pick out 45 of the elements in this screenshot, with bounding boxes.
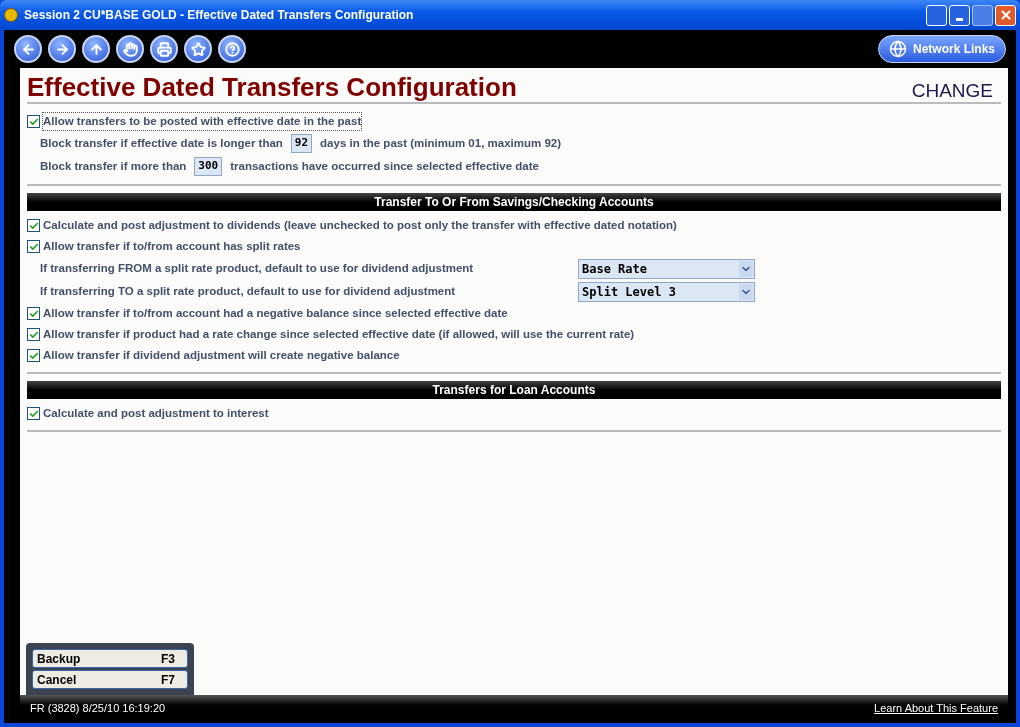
checkbox-label: Allow transfer if to/from account has split rates <box>43 238 301 254</box>
close-icon <box>998 8 1013 22</box>
checkbox-label: Calculate and post adjustment to dividends (leave unchecked to post only the transfer with effective dated notation) <box>43 217 677 233</box>
field-label: If transferring FROM a split rate product, default to use for dividend adjustment <box>40 260 475 276</box>
help-icon[interactable] <box>218 35 246 63</box>
restore-icon[interactable] <box>926 4 947 26</box>
checkbox[interactable] <box>27 219 40 232</box>
field-label: Block transfer if effective date is longer than <box>40 135 283 151</box>
checkbox[interactable] <box>27 240 40 253</box>
checkbox[interactable] <box>27 407 40 420</box>
field-label: transactions have occurred since selected effective date <box>230 158 539 174</box>
page-title: Effective Dated Transfers Configuration <box>27 74 517 100</box>
checkbox-label: Allow transfer if dividend adjustment will create negative balance <box>43 347 400 363</box>
window-title: Session 2 CU*BASE GOLD - Effective Dated Transfers Configuration <box>24 7 414 24</box>
checkbox-label: Allow transfers to be posted with effective date in the past <box>43 112 362 131</box>
number-field[interactable]: 300 <box>194 157 223 176</box>
globe-icon <box>888 40 907 58</box>
checkbox[interactable] <box>27 115 40 128</box>
dropdown[interactable]: Split Level 3 <box>578 281 755 302</box>
app-logo-icon <box>4 8 18 22</box>
checkbox[interactable] <box>27 328 40 341</box>
printer-icon[interactable] <box>150 35 178 63</box>
checkbox-label: Allow transfer if product had a rate change since selected effective date (if allowed, will use the current rate) <box>43 326 635 342</box>
checkbox[interactable] <box>27 307 40 320</box>
field-label: days in the past (minimum 01, maximum 92) <box>320 135 562 151</box>
section-header: Transfer To Or From Savings/Checking Accounts <box>27 193 1001 211</box>
chevron-down-icon <box>739 260 753 277</box>
section-header: Transfers for Loan Accounts <box>27 381 1001 399</box>
checkbox[interactable] <box>27 349 40 362</box>
learn-link[interactable]: Learn About This Feature <box>874 699 998 717</box>
function-key-button[interactable]: Backup F3 <box>32 649 188 668</box>
checkbox-label: Calculate and post adjustment to interest <box>43 405 269 421</box>
close-button[interactable] <box>995 4 1016 26</box>
field-label: Block transfer if more than <box>40 158 187 174</box>
number-field[interactable]: 92 <box>290 134 313 153</box>
function-key-button[interactable]: Cancel F7 <box>32 670 188 689</box>
chevron-down-icon <box>739 283 753 300</box>
minimize-button[interactable] <box>949 4 970 26</box>
dropdown[interactable]: Base Rate <box>578 258 755 279</box>
session-info: FR (3828) 8/25/10 16:19:20 <box>30 700 166 716</box>
hand-icon[interactable] <box>116 35 144 63</box>
network-links-button[interactable]: Network Links <box>877 35 1006 63</box>
mode-label: CHANGE <box>911 81 993 100</box>
checkbox-label: Allow transfer if to/from account had a negative balance since selected effective date <box>43 305 508 321</box>
field-label: If transferring TO a split rate product, default to use for dividend adjustment <box>40 283 457 299</box>
